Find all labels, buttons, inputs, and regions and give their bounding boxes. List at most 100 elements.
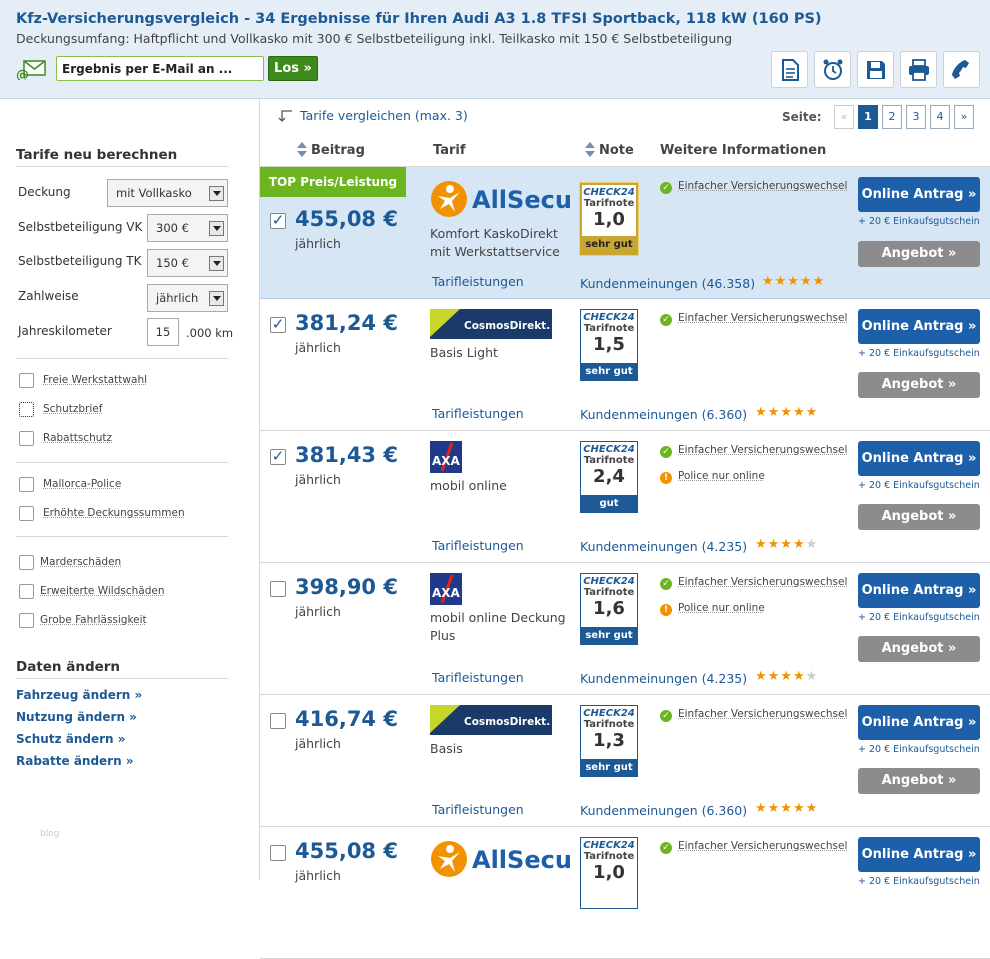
- change-protection-link[interactable]: Schutz ändern »: [16, 732, 126, 746]
- info-item[interactable]: ✓ Einfacher Versicherungswechsel: [660, 312, 847, 326]
- option-label[interactable]: Grobe Fahrlässigkeit: [40, 614, 147, 626]
- online-apply-button[interactable]: Online Antrag »: [858, 837, 980, 872]
- option-label[interactable]: Erweiterte Wildschäden: [40, 585, 165, 597]
- document-icon: [782, 59, 799, 81]
- save-button[interactable]: [857, 51, 894, 88]
- option-checkbox[interactable]: [19, 584, 34, 599]
- pagination-next[interactable]: »: [954, 105, 974, 129]
- offer-button[interactable]: Angebot »: [858, 372, 980, 398]
- deductible-vk-select[interactable]: 300 €: [147, 214, 228, 242]
- customer-reviews-link[interactable]: Kundenmeinungen (4.235): [580, 539, 747, 554]
- mileage-unit: .000 km: [186, 326, 234, 340]
- deductible-tk-select[interactable]: 150 €: [147, 249, 228, 277]
- pagination-page[interactable]: 1: [858, 105, 878, 129]
- online-apply-button[interactable]: Online Antrag »: [858, 705, 980, 740]
- column-grade[interactable]: Note: [599, 143, 634, 158]
- column-price[interactable]: Beitrag: [311, 143, 365, 158]
- option-checkbox[interactable]: [19, 506, 34, 521]
- document-button[interactable]: [771, 51, 808, 88]
- offer-button[interactable]: Angebot »: [858, 768, 980, 794]
- compare-checkbox[interactable]: [270, 845, 286, 861]
- info-item[interactable]: ✓ Einfacher Versicherungswechsel: [660, 576, 847, 590]
- option-label[interactable]: Schutzbrief: [43, 403, 102, 415]
- option-checkbox[interactable]: [19, 613, 34, 628]
- sort-icon[interactable]: [297, 142, 307, 160]
- option-label[interactable]: Erhöhte Deckungssummen: [43, 507, 185, 519]
- svg-text:AXA: AXA: [432, 454, 461, 468]
- pagination-page[interactable]: 2: [882, 105, 902, 129]
- rating-stars: ★★★★★: [755, 405, 819, 420]
- info-item[interactable]: ✓ Einfacher Versicherungswechsel: [660, 180, 847, 194]
- sort-icon[interactable]: [585, 142, 595, 160]
- phone-button[interactable]: [943, 51, 980, 88]
- change-usage-link[interactable]: Nutzung ändern »: [16, 710, 137, 724]
- customer-reviews-link[interactable]: Kundenmeinungen (46.358): [580, 276, 755, 291]
- email-send-button[interactable]: Los »: [268, 56, 318, 81]
- customer-reviews-link[interactable]: Kundenmeinungen (6.360): [580, 803, 747, 818]
- coverage-label: Deckung: [18, 185, 71, 199]
- info-item[interactable]: ✓ Einfacher Versicherungswechsel: [660, 444, 847, 458]
- option-label[interactable]: Marderschäden: [40, 556, 121, 568]
- tariff-services-link[interactable]: Tarifleistungen: [432, 274, 524, 289]
- change-vehicle-link[interactable]: Fahrzeug ändern »: [16, 688, 142, 702]
- check-icon: ✓: [660, 710, 672, 722]
- compare-checkbox[interactable]: [270, 581, 286, 597]
- compare-tariffs-link[interactable]: Tarife vergleichen (max. 3): [300, 108, 468, 123]
- warning-item[interactable]: ! Police nur online: [660, 602, 765, 616]
- info-item[interactable]: ✓ Einfacher Versicherungswechsel: [660, 840, 847, 854]
- customer-reviews-link[interactable]: Kundenmeinungen (4.235): [580, 671, 747, 686]
- voucher-link[interactable]: + 20 € Einkaufsgutschein: [858, 876, 980, 887]
- customer-reviews-link[interactable]: Kundenmeinungen (6.360): [580, 407, 747, 422]
- voucher-link[interactable]: + 20 € Einkaufsgutschein: [858, 480, 980, 491]
- tariff-services-link[interactable]: Tarifleistungen: [432, 670, 524, 685]
- info-item[interactable]: ✓ Einfacher Versicherungswechsel: [660, 708, 847, 722]
- grade-label: sehr gut: [581, 759, 637, 776]
- pagination-first[interactable]: «: [834, 105, 854, 129]
- option-label[interactable]: Rabattschutz: [43, 432, 112, 444]
- option-checkbox[interactable]: [19, 402, 34, 417]
- online-apply-button[interactable]: Online Antrag »: [858, 177, 980, 212]
- reminder-button[interactable]: [814, 51, 851, 88]
- price: 381,24 €: [295, 311, 398, 335]
- online-apply-button[interactable]: Online Antrag »: [858, 441, 980, 476]
- voucher-link[interactable]: + 20 € Einkaufsgutschein: [858, 348, 980, 359]
- online-apply-button[interactable]: Online Antrag »: [858, 573, 980, 608]
- offer-button[interactable]: Angebot »: [858, 504, 980, 530]
- tariff-services-link[interactable]: Tarifleistungen: [432, 406, 524, 421]
- deductible-tk-label: Selbstbeteiligung TK: [18, 254, 142, 268]
- online-apply-button[interactable]: Online Antrag »: [858, 309, 980, 344]
- option-checkbox[interactable]: [19, 373, 34, 388]
- grade-badge: CHECK24 Tarifnote 2,4 gut: [580, 441, 638, 513]
- email-input[interactable]: [56, 56, 264, 81]
- voucher-link[interactable]: + 20 € Einkaufsgutschein: [858, 216, 980, 227]
- tariff-services-link[interactable]: Tarifleistungen: [432, 802, 524, 817]
- offer-button[interactable]: Angebot »: [858, 636, 980, 662]
- option-checkbox[interactable]: [19, 431, 34, 446]
- option-checkbox[interactable]: [19, 477, 34, 492]
- option-checkbox[interactable]: [19, 555, 34, 570]
- pagination-page[interactable]: 4: [930, 105, 950, 129]
- compare-checkbox[interactable]: ✓: [270, 449, 286, 465]
- voucher-link[interactable]: + 20 € Einkaufsgutschein: [858, 744, 980, 755]
- tariff-services-link[interactable]: Tarifleistungen: [432, 538, 524, 553]
- compare-checkbox[interactable]: ✓: [270, 317, 286, 333]
- results-panel: Tarife vergleichen (max. 3) Seite: « 1 2…: [260, 99, 990, 959]
- option-label[interactable]: Freie Werkstattwahl: [43, 374, 147, 386]
- payment-period: jährlich: [295, 736, 341, 751]
- warning-icon: !: [660, 472, 672, 484]
- warning-item[interactable]: ! Police nur online: [660, 470, 765, 484]
- voucher-link[interactable]: + 20 € Einkaufsgutschein: [858, 612, 980, 623]
- coverage-select[interactable]: mit Vollkasko: [107, 179, 228, 207]
- result-row: ✓ 381,24 € jährlich CosmosDirekt. Basis Ligh…: [260, 299, 990, 431]
- mileage-input[interactable]: 15: [147, 318, 179, 346]
- data-heading: Daten ändern: [16, 659, 121, 675]
- option-label[interactable]: Mallorca-Police: [43, 478, 121, 490]
- offer-button[interactable]: Angebot »: [858, 241, 980, 267]
- compare-checkbox[interactable]: [270, 713, 286, 729]
- compare-checkbox[interactable]: ✓: [270, 213, 286, 229]
- grade-brand: CHECK24: [583, 840, 635, 851]
- print-button[interactable]: [900, 51, 937, 88]
- payment-select[interactable]: jährlich: [147, 284, 228, 312]
- pagination-page[interactable]: 3: [906, 105, 926, 129]
- change-discounts-link[interactable]: Rabatte ändern »: [16, 754, 134, 768]
